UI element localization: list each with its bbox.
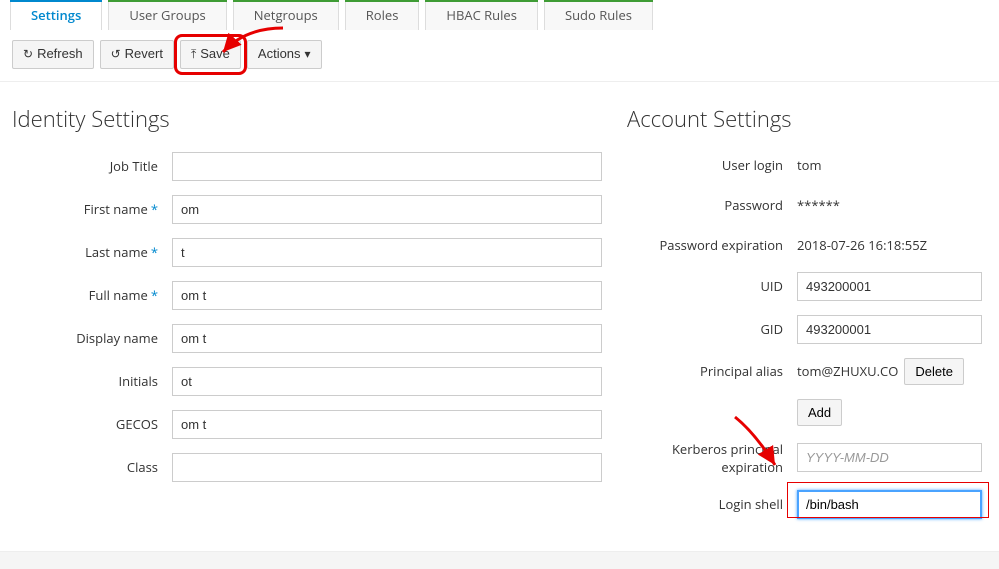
label-principal-alias: Principal alias — [627, 362, 797, 380]
upload-icon: ⤒ — [191, 47, 196, 63]
add-alias-button[interactable]: Add — [797, 399, 842, 426]
label-job-title: Job Title — [12, 157, 172, 175]
tabs-bar: Settings User Groups Netgroups Roles HBA… — [0, 0, 999, 30]
field-gid: GID — [627, 315, 987, 344]
tab-netgroups[interactable]: Netgroups — [233, 0, 339, 30]
input-job-title[interactable] — [172, 152, 602, 181]
input-uid[interactable] — [797, 272, 982, 301]
label-user-login: User login — [627, 156, 797, 174]
label-uid: UID — [627, 277, 797, 295]
revert-button[interactable]: ↺ Revert — [100, 40, 174, 69]
account-settings-section: Account Settings User login tom Password… — [627, 104, 987, 533]
field-password: Password ****** — [627, 192, 987, 218]
field-user-login: User login tom — [627, 152, 987, 178]
tab-roles[interactable]: Roles — [345, 0, 420, 30]
field-first-name: First name* — [12, 195, 607, 224]
field-add-alias: Add — [627, 399, 987, 426]
field-last-name: Last name* — [12, 238, 607, 267]
label-password: Password — [627, 196, 797, 214]
refresh-label: Refresh — [37, 46, 83, 63]
field-full-name: Full name* — [12, 281, 607, 310]
account-heading: Account Settings — [627, 104, 987, 134]
field-uid: UID — [627, 272, 987, 301]
input-first-name[interactable] — [172, 195, 602, 224]
field-principal-alias: Principal alias tom@ZHUXU.CO Delete — [627, 358, 987, 385]
value-principal-alias: tom@ZHUXU.CO — [797, 358, 898, 384]
label-display-name: Display name — [12, 329, 172, 347]
actions-button[interactable]: Actions ▾ — [247, 40, 322, 69]
revert-label: Revert — [125, 46, 163, 63]
chevron-down-icon: ▾ — [305, 47, 311, 63]
label-login-shell: Login shell — [627, 495, 797, 513]
tab-hbac-rules[interactable]: HBAC Rules — [425, 0, 538, 30]
input-login-shell[interactable] — [797, 490, 982, 519]
input-last-name[interactable] — [172, 238, 602, 267]
input-gecos[interactable] — [172, 410, 602, 439]
field-class: Class — [12, 453, 607, 482]
tab-settings[interactable]: Settings — [10, 0, 102, 30]
tab-user-groups[interactable]: User Groups — [108, 0, 226, 30]
toolbar: ↻ Refresh ↺ Revert ⤒ Save Actions ▾ — [0, 30, 999, 82]
field-job-title: Job Title — [12, 152, 607, 181]
refresh-icon: ↻ — [23, 47, 33, 63]
input-kerberos-expiration[interactable] — [797, 443, 982, 472]
identity-settings-section: Identity Settings Job Title First name* … — [12, 104, 607, 533]
field-login-shell: Login shell — [627, 490, 987, 519]
label-full-name: Full name* — [12, 286, 172, 304]
footer-strip — [0, 551, 999, 569]
content-area: Identity Settings Job Title First name* … — [0, 82, 999, 543]
label-gecos: GECOS — [12, 415, 172, 433]
actions-label: Actions — [258, 46, 301, 63]
label-password-expiration: Password expiration — [627, 236, 797, 254]
field-display-name: Display name — [12, 324, 607, 353]
field-gecos: GECOS — [12, 410, 607, 439]
label-kerberos-expiration: Kerberos principal expiration — [627, 440, 797, 476]
label-first-name: First name* — [12, 200, 172, 218]
input-initials[interactable] — [172, 367, 602, 396]
label-gid: GID — [627, 320, 797, 338]
input-full-name[interactable] — [172, 281, 602, 310]
save-label: Save — [200, 46, 230, 63]
delete-alias-button[interactable]: Delete — [904, 358, 964, 385]
save-button[interactable]: ⤒ Save — [180, 40, 241, 69]
identity-heading: Identity Settings — [12, 104, 607, 134]
label-last-name: Last name* — [12, 243, 172, 261]
label-class: Class — [12, 458, 172, 476]
revert-icon: ↺ — [111, 47, 121, 63]
tab-sudo-rules[interactable]: Sudo Rules — [544, 0, 653, 30]
refresh-button[interactable]: ↻ Refresh — [12, 40, 94, 69]
value-user-login: tom — [797, 152, 987, 178]
input-gid[interactable] — [797, 315, 982, 344]
field-kerberos-expiration: Kerberos principal expiration — [627, 440, 987, 476]
value-password: ****** — [797, 192, 987, 218]
label-initials: Initials — [12, 372, 172, 390]
input-class[interactable] — [172, 453, 602, 482]
value-password-expiration: 2018-07-26 16:18:55Z — [797, 232, 987, 258]
input-display-name[interactable] — [172, 324, 602, 353]
field-password-expiration: Password expiration 2018-07-26 16:18:55Z — [627, 232, 987, 258]
field-initials: Initials — [12, 367, 607, 396]
